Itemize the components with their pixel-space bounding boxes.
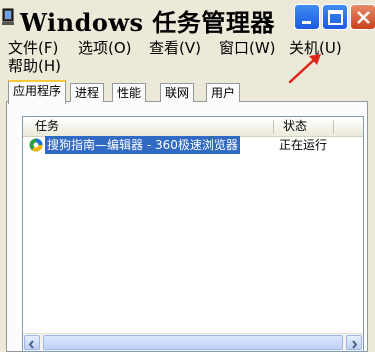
column-header-task[interactable]: 任务 [35,117,59,136]
minimize-icon [302,21,311,24]
column-divider[interactable] [333,120,334,134]
column-divider[interactable] [273,120,274,134]
window-title: Windows 任务管理器 [20,8,275,37]
menu-bar: 文件(F) 选项(O) 查看(V) 窗口(W) 关机(U) 帮助(H) [0,36,375,76]
scroll-left-button[interactable] [24,335,40,350]
task-name: 搜狗指南—编辑器 - 360极速浏览器 [45,136,240,154]
menu-view[interactable]: 查看(V) [149,38,201,58]
task-manager-window: Windows 任务管理器 文件(F) 选项(O) 查看(V) 窗口(W) 关机… [0,0,375,352]
table-row[interactable]: 搜狗指南—编辑器 - 360极速浏览器 正在运行 [23,136,363,154]
chevron-left-icon [28,340,34,349]
menu-window[interactable]: 窗口(W) [219,38,276,58]
minimize-button[interactable] [294,4,320,30]
tab-applications[interactable]: 应用程序 [8,80,67,104]
chevron-right-icon [352,340,358,349]
tab-processes[interactable]: 进程 [70,83,105,102]
close-icon [357,11,370,24]
maximize-icon [328,10,343,25]
menu-help[interactable]: 帮助(H) [8,56,61,76]
column-header-status[interactable]: 状态 [283,117,307,136]
scroll-right-button[interactable] [346,335,362,350]
tab-users[interactable]: 用户 [206,83,241,102]
task-manager-icon [2,8,14,25]
menu-options[interactable]: 选项(O) [78,38,132,58]
title-bar[interactable]: Windows 任务管理器 [0,0,375,37]
list-header: 任务 状态 [23,117,363,137]
menu-shutdown[interactable]: 关机(U) [289,38,342,58]
task-list[interactable]: 任务 状态 搜狗指南—编辑器 - 360极速浏览器 正在运行 [22,116,364,352]
task-status: 正在运行 [279,138,328,152]
close-button[interactable] [350,4,375,30]
tab-performance[interactable]: 性能 [112,83,147,102]
menu-file[interactable]: 文件(F) [8,38,58,58]
horizontal-scrollbar[interactable] [23,333,363,351]
scrollbar-thumb[interactable] [43,335,343,350]
browser-icon [29,138,43,152]
maximize-button[interactable] [322,4,348,30]
tab-networking[interactable]: 联网 [160,83,195,102]
